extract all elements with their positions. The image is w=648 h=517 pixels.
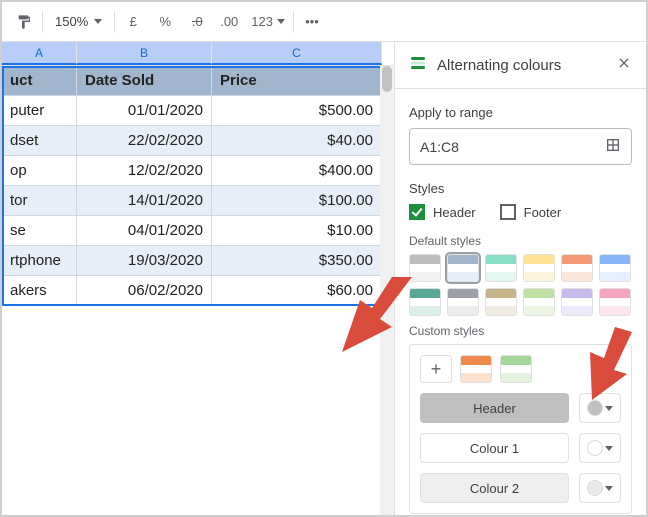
- cell[interactable]: dset: [2, 126, 77, 155]
- colour-stripe-row: Colour 2: [420, 473, 621, 503]
- cell[interactable]: $500.00: [212, 96, 382, 125]
- cell[interactable]: 04/01/2020: [77, 216, 212, 245]
- cell[interactable]: se: [2, 216, 77, 245]
- cell[interactable]: uct: [2, 66, 77, 95]
- custom-styles-label: Custom styles: [409, 324, 632, 338]
- close-button[interactable]: [616, 55, 632, 75]
- cell[interactable]: 22/02/2020: [77, 126, 212, 155]
- checkbox-icon: [409, 204, 425, 220]
- cell[interactable]: 14/01/2020: [77, 186, 212, 215]
- toolbar-overflow-button[interactable]: •••: [298, 8, 326, 36]
- add-custom-style-button[interactable]: +: [420, 355, 452, 383]
- column-headers: ABC: [2, 42, 394, 66]
- column-header-A[interactable]: A: [2, 42, 77, 65]
- palette-swatch[interactable]: [599, 288, 631, 316]
- separator: [114, 11, 115, 33]
- custom-palette-swatch[interactable]: [460, 355, 492, 383]
- checkbox-icon: [500, 204, 516, 220]
- zoom-select[interactable]: 150%: [47, 8, 110, 36]
- currency-button[interactable]: £: [119, 8, 147, 36]
- stripe-label[interactable]: Colour 2: [420, 473, 569, 503]
- cell[interactable]: $40.00: [212, 126, 382, 155]
- cell[interactable]: puter: [2, 96, 77, 125]
- number-format-button[interactable]: 123: [247, 8, 289, 36]
- cell[interactable]: Date Sold: [77, 66, 212, 95]
- custom-styles-box: + Header Colour 1 Colour 2: [409, 344, 632, 514]
- styles-label: Styles: [409, 181, 632, 196]
- table-row[interactable]: akers06/02/2020$60.00: [2, 276, 394, 306]
- cell[interactable]: Price: [212, 66, 382, 95]
- column-header-B[interactable]: B: [77, 42, 212, 65]
- palette-swatch[interactable]: [447, 288, 479, 316]
- panel-title: Alternating colours: [437, 57, 606, 74]
- colour-stripe-row: Header: [420, 393, 621, 423]
- palette-swatch[interactable]: [599, 254, 631, 282]
- decrease-decimal-button[interactable]: .0: [183, 8, 211, 36]
- cell[interactable]: 01/01/2020: [77, 96, 212, 125]
- table-header-row[interactable]: uctDate SoldPrice: [2, 66, 394, 96]
- percent-button[interactable]: %: [151, 8, 179, 36]
- cell[interactable]: 19/03/2020: [77, 246, 212, 275]
- stripe-label[interactable]: Header: [420, 393, 569, 423]
- table-row[interactable]: dset22/02/2020$40.00: [2, 126, 394, 156]
- default-styles-label: Default styles: [409, 234, 632, 248]
- cell[interactable]: 12/02/2020: [77, 156, 212, 185]
- custom-palette-swatch[interactable]: [500, 355, 532, 383]
- range-input[interactable]: A1:C8: [409, 128, 632, 165]
- palette-swatch[interactable]: [523, 254, 555, 282]
- cell[interactable]: 06/02/2020: [77, 276, 212, 305]
- vertical-scrollbar[interactable]: [380, 66, 394, 515]
- apply-to-range-label: Apply to range: [409, 105, 632, 120]
- chevron-down-icon: [94, 19, 102, 24]
- increase-decimal-button[interactable]: .00: [215, 8, 243, 36]
- cell[interactable]: op: [2, 156, 77, 185]
- scrollbar-thumb[interactable]: [382, 66, 392, 92]
- separator: [293, 11, 294, 33]
- cell[interactable]: $100.00: [212, 186, 382, 215]
- cell[interactable]: akers: [2, 276, 77, 305]
- paint-format-button[interactable]: [10, 8, 38, 36]
- stripe-label[interactable]: Colour 1: [420, 433, 569, 463]
- palette-swatch[interactable]: [523, 288, 555, 316]
- column-header-C[interactable]: C: [212, 42, 382, 65]
- spreadsheet-grid[interactable]: ABC uctDate SoldPriceputer01/01/2020$500…: [2, 42, 394, 515]
- cell[interactable]: tor: [2, 186, 77, 215]
- chevron-down-icon: [277, 19, 285, 24]
- palette-swatch[interactable]: [561, 288, 593, 316]
- alternating-colours-panel: Alternating colours Apply to range A1:C8…: [394, 42, 646, 515]
- stripe-colour-picker[interactable]: [579, 433, 621, 463]
- zoom-value: 150%: [55, 14, 88, 29]
- footer-checkbox[interactable]: Footer: [500, 204, 562, 220]
- table-row[interactable]: op12/02/2020$400.00: [2, 156, 394, 186]
- table-row[interactable]: puter01/01/2020$500.00: [2, 96, 394, 126]
- table-row[interactable]: rtphone19/03/2020$350.00: [2, 246, 394, 276]
- cell[interactable]: $60.00: [212, 276, 382, 305]
- toolbar: 150% £ % .0 .00 123 •••: [2, 2, 646, 42]
- cell[interactable]: $10.00: [212, 216, 382, 245]
- stripe-colour-picker[interactable]: [579, 473, 621, 503]
- palette-swatch[interactable]: [485, 288, 517, 316]
- grid-icon: [409, 54, 427, 76]
- table-row[interactable]: se04/01/2020$10.00: [2, 216, 394, 246]
- palette-swatch[interactable]: [485, 254, 517, 282]
- palette-swatch[interactable]: [561, 254, 593, 282]
- select-range-icon[interactable]: [605, 137, 621, 156]
- range-value: A1:C8: [420, 139, 459, 155]
- header-checkbox[interactable]: Header: [409, 204, 476, 220]
- palette-swatch[interactable]: [447, 254, 479, 282]
- cell[interactable]: $400.00: [212, 156, 382, 185]
- palette-swatch[interactable]: [409, 288, 441, 316]
- colour-stripe-row: Colour 1: [420, 433, 621, 463]
- separator: [42, 11, 43, 33]
- cell[interactable]: $350.00: [212, 246, 382, 275]
- default-palettes: [409, 254, 632, 316]
- palette-swatch[interactable]: [409, 254, 441, 282]
- table-row[interactable]: tor14/01/2020$100.00: [2, 186, 394, 216]
- cell[interactable]: rtphone: [2, 246, 77, 275]
- stripe-colour-picker[interactable]: [579, 393, 621, 423]
